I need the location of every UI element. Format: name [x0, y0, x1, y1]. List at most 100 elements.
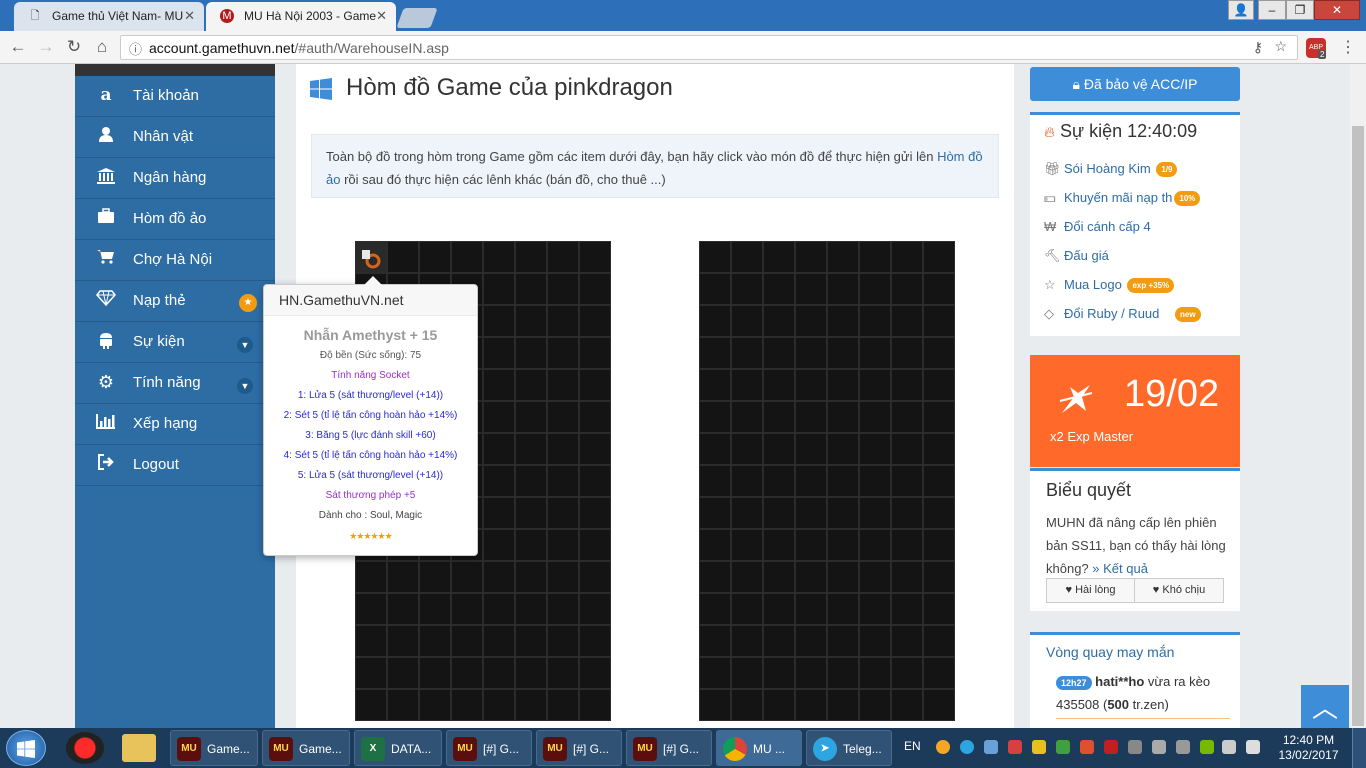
- warehouse-cell[interactable]: [579, 497, 611, 529]
- warehouse-cell[interactable]: [483, 433, 515, 465]
- warehouse-cell[interactable]: [859, 497, 891, 529]
- warehouse-cell[interactable]: [891, 689, 923, 721]
- warehouse-cell[interactable]: [795, 593, 827, 625]
- sidebar-item-tinh-nang[interactable]: ⚙ Tính năng ▼: [75, 363, 275, 404]
- warehouse-cell[interactable]: [763, 497, 795, 529]
- warehouse-cell[interactable]: [923, 337, 955, 369]
- warehouse-cell[interactable]: [355, 561, 387, 593]
- warehouse-cell[interactable]: [923, 625, 955, 657]
- warehouse-cell[interactable]: [451, 561, 483, 593]
- warehouse-cell[interactable]: [827, 273, 859, 305]
- ring-item-icon[interactable]: [358, 246, 384, 270]
- forward-icon[interactable]: →: [34, 37, 58, 57]
- warehouse-cell[interactable]: [515, 369, 547, 401]
- warehouse-cell[interactable]: [891, 561, 923, 593]
- warehouse-cell[interactable]: [515, 241, 547, 273]
- sidebar-item-cho-ha-noi[interactable]: Chợ Hà Nội: [75, 240, 275, 281]
- scroll-thumb[interactable]: [1352, 126, 1364, 726]
- warehouse-cell[interactable]: [795, 369, 827, 401]
- warehouse-cell[interactable]: [859, 625, 891, 657]
- menu-icon[interactable]: ⋮: [1340, 37, 1356, 57]
- taskbar-button[interactable]: X DATA...: [354, 730, 442, 766]
- warehouse-cell[interactable]: [827, 593, 859, 625]
- volume-icon[interactable]: [1246, 740, 1260, 754]
- taskbar-button[interactable]: MU [#] G...: [626, 730, 712, 766]
- warehouse-cell[interactable]: [731, 625, 763, 657]
- warehouse-cell[interactable]: [547, 529, 579, 561]
- tray-telegram-icon[interactable]: [960, 740, 974, 754]
- warehouse-cell[interactable]: [795, 657, 827, 689]
- bookmark-star-icon[interactable]: ☆: [1274, 38, 1287, 55]
- warehouse-cell[interactable]: [579, 657, 611, 689]
- warehouse-cell[interactable]: [731, 657, 763, 689]
- warehouse-cell[interactable]: [451, 625, 483, 657]
- taskbar-button[interactable]: MU Game...: [170, 730, 258, 766]
- warehouse-cell[interactable]: [699, 369, 731, 401]
- warehouse-cell[interactable]: [483, 561, 515, 593]
- warehouse-cell[interactable]: [699, 593, 731, 625]
- warehouse-cell[interactable]: [923, 241, 955, 273]
- warehouse-cell[interactable]: [859, 529, 891, 561]
- warehouse-cell[interactable]: [923, 689, 955, 721]
- warehouse-cell[interactable]: [923, 561, 955, 593]
- warehouse-cell[interactable]: [731, 529, 763, 561]
- warehouse-cell[interactable]: [699, 401, 731, 433]
- warehouse-cell[interactable]: [699, 689, 731, 721]
- warehouse-cell[interactable]: [763, 593, 795, 625]
- warehouse-cell[interactable]: [547, 497, 579, 529]
- warehouse-cell[interactable]: [891, 657, 923, 689]
- warehouse-cell[interactable]: [859, 401, 891, 433]
- sidebar-item-xep-hang[interactable]: Xếp hạng: [75, 404, 275, 445]
- sidebar-item-logout[interactable]: Logout: [75, 445, 275, 486]
- warehouse-cell[interactable]: [859, 273, 891, 305]
- warehouse-cell[interactable]: [579, 593, 611, 625]
- back-icon[interactable]: ←: [6, 37, 30, 57]
- warehouse-cell[interactable]: [451, 657, 483, 689]
- warehouse-cell[interactable]: [859, 561, 891, 593]
- warehouse-cell[interactable]: [731, 465, 763, 497]
- event-soi-hoang-kim[interactable]: 🎁︎ Sói Hoàng Kim 1/9: [1044, 161, 1178, 178]
- warehouse-cell[interactable]: [355, 593, 387, 625]
- warehouse-cell[interactable]: [859, 433, 891, 465]
- file-explorer-icon[interactable]: [122, 734, 156, 762]
- event-doi-ruby[interactable]: ◇ Đổi Ruby / Ruud new: [1044, 306, 1201, 323]
- warehouse-cell[interactable]: [795, 625, 827, 657]
- warehouse-cell[interactable]: [419, 657, 451, 689]
- warehouse-cell[interactable]: [827, 497, 859, 529]
- warehouse-cell[interactable]: [547, 369, 579, 401]
- promo-box[interactable]: 19/02 x2 Exp Master: [1030, 355, 1240, 467]
- close-icon[interactable]: ✕: [376, 8, 387, 24]
- warehouse-cell[interactable]: [387, 561, 419, 593]
- language-indicator[interactable]: EN: [904, 739, 921, 753]
- warehouse-cell[interactable]: [515, 433, 547, 465]
- warehouse-cell[interactable]: [579, 369, 611, 401]
- warehouse-cell[interactable]: [419, 241, 451, 273]
- warehouse-cell[interactable]: [387, 625, 419, 657]
- browser-tab-active[interactable]: M MU Hà Nội 2003 - Game ✕: [206, 2, 396, 31]
- warehouse-cell[interactable]: [923, 497, 955, 529]
- warehouse-cell[interactable]: [547, 657, 579, 689]
- start-button[interactable]: [6, 730, 46, 766]
- warehouse-cell[interactable]: [891, 625, 923, 657]
- warehouse-cell[interactable]: [795, 401, 827, 433]
- warehouse-cell[interactable]: [763, 273, 795, 305]
- warehouse-cell[interactable]: [731, 305, 763, 337]
- warehouse-cell[interactable]: [699, 529, 731, 561]
- warehouse-cell[interactable]: [355, 689, 387, 721]
- warehouse-cell[interactable]: [699, 241, 731, 273]
- sidebar-item-tai-khoan[interactable]: a Tài khoản: [75, 76, 275, 117]
- warehouse-cell[interactable]: [547, 593, 579, 625]
- taskbar-button[interactable]: MU [#] G...: [536, 730, 622, 766]
- warehouse-cell[interactable]: [763, 529, 795, 561]
- warehouse-cell[interactable]: [763, 337, 795, 369]
- wheel-title[interactable]: Vòng quay may mắn: [1046, 644, 1174, 660]
- warehouse-cell[interactable]: [579, 625, 611, 657]
- warehouse-cell[interactable]: [795, 561, 827, 593]
- poll-result-link[interactable]: » Kết quả: [1092, 561, 1148, 576]
- warehouse-cell[interactable]: [515, 689, 547, 721]
- warehouse-cell[interactable]: [795, 241, 827, 273]
- warehouse-cell[interactable]: [731, 241, 763, 273]
- tray-app-icon[interactable]: [1176, 740, 1190, 754]
- warehouse-cell[interactable]: [731, 433, 763, 465]
- warehouse-cell[interactable]: [515, 305, 547, 337]
